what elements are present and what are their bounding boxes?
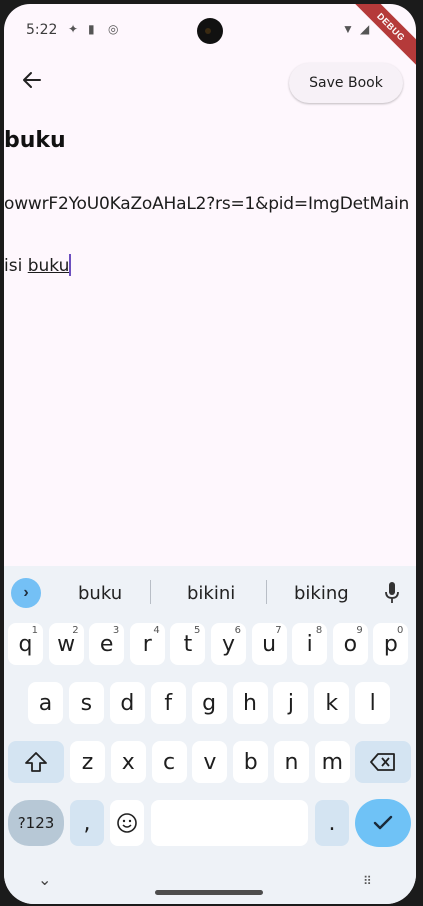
key-c[interactable]: c xyxy=(151,741,187,783)
content-composing-word: buku xyxy=(27,256,70,276)
key-number-hint: 8 xyxy=(315,625,323,636)
key-g[interactable]: g xyxy=(191,682,227,724)
key-letter: t xyxy=(183,631,193,657)
key-l[interactable]: l xyxy=(355,682,391,724)
suggestion-strip: › buku bikini biking xyxy=(4,566,416,616)
key-h[interactable]: h xyxy=(232,682,268,724)
suggestion-2[interactable]: bikini xyxy=(187,583,235,604)
emoji-key[interactable] xyxy=(110,800,144,846)
key-letter: y xyxy=(221,631,236,657)
key-letter: q xyxy=(18,631,33,657)
suggestion-1[interactable]: buku xyxy=(78,583,122,604)
comma-key[interactable]: , xyxy=(70,800,104,846)
book-title-field[interactable]: buku xyxy=(4,128,66,153)
divider xyxy=(266,580,267,604)
space-key[interactable] xyxy=(151,800,308,846)
backspace-key[interactable] xyxy=(355,741,411,783)
key-letter: i xyxy=(306,631,313,657)
key-b[interactable]: b xyxy=(233,741,269,783)
key-j[interactable]: j xyxy=(273,682,309,724)
app-bar: Save Book xyxy=(4,58,416,108)
shift-key[interactable] xyxy=(8,741,64,783)
key-number-hint: 0 xyxy=(397,625,404,636)
wifi-icon: ▼ xyxy=(342,22,354,36)
emoji-icon xyxy=(117,813,137,833)
save-book-button[interactable]: Save Book xyxy=(289,63,403,103)
key-number-hint: 6 xyxy=(234,625,241,636)
status-bar: 5:22 ✦ ▮ ◎ ▼ ◢ DEBUG xyxy=(4,4,416,73)
key-letter: o xyxy=(343,631,358,657)
front-camera xyxy=(197,18,223,44)
key-k[interactable]: k xyxy=(314,682,350,724)
arrow-back-icon xyxy=(23,72,41,88)
phone-screen: 5:22 ✦ ▮ ◎ ▼ ◢ DEBUG Save Book buku owwr… xyxy=(4,4,416,904)
key-p[interactable]: p0 xyxy=(373,623,409,665)
key-number-hint: 1 xyxy=(31,625,38,636)
key-number-hint: 2 xyxy=(72,625,79,636)
key-w[interactable]: w2 xyxy=(48,623,84,665)
image-url-field[interactable]: owwrF2YoU0KaZoAHaL2?rs=1&pid=ImgDetMain xyxy=(4,194,416,214)
home-handle[interactable] xyxy=(155,890,263,895)
key-letter: p xyxy=(383,631,398,657)
key-letter: r xyxy=(142,631,152,657)
suggestion-3[interactable]: biking xyxy=(294,583,349,604)
key-number-hint: 5 xyxy=(194,625,201,636)
key-letter: u xyxy=(262,631,277,657)
sync-icon: ◎ xyxy=(108,22,119,36)
key-number-hint: 9 xyxy=(356,625,363,636)
hide-keyboard-icon[interactable]: ⌄ xyxy=(38,870,51,890)
expand-toolbar-button[interactable]: › xyxy=(11,578,41,608)
microphone-icon[interactable] xyxy=(384,581,400,605)
enter-key[interactable] xyxy=(355,799,411,847)
key-d[interactable]: d xyxy=(109,682,145,724)
key-u[interactable]: u7 xyxy=(251,623,287,665)
key-number-hint: 7 xyxy=(275,625,282,636)
backspace-icon xyxy=(370,753,395,771)
key-t[interactable]: t5 xyxy=(170,623,206,665)
back-button[interactable] xyxy=(14,62,50,98)
text-cursor xyxy=(69,254,72,276)
key-o[interactable]: o9 xyxy=(332,623,368,665)
key-number-hint: 4 xyxy=(153,625,160,636)
key-n[interactable]: n xyxy=(274,741,309,783)
key-r[interactable]: r4 xyxy=(129,623,165,665)
key-s[interactable]: s xyxy=(68,682,104,724)
location-icon: ✦ xyxy=(68,22,79,36)
key-a[interactable]: a xyxy=(28,682,63,724)
sd-card-icon: ▮ xyxy=(88,22,95,36)
book-content-field[interactable]: isi buku xyxy=(4,254,72,276)
key-i[interactable]: i8 xyxy=(292,623,328,665)
keyboard-switch-icon[interactable]: ⠿ xyxy=(363,874,372,888)
key-e[interactable]: e3 xyxy=(89,623,125,665)
period-key[interactable]: . xyxy=(315,800,349,846)
key-q[interactable]: q1 xyxy=(8,623,43,665)
signal-icon: ◢ xyxy=(360,22,370,36)
navigation-bar: ⌄ ⠿ xyxy=(4,866,416,904)
soft-keyboard: › buku bikini biking q1w2e3r4t5y6u7i8o9p… xyxy=(4,566,416,904)
key-z[interactable]: z xyxy=(70,741,105,783)
content-prefix: isi xyxy=(4,256,28,276)
key-x[interactable]: x xyxy=(110,741,146,783)
key-letter: e xyxy=(99,631,114,657)
check-icon xyxy=(373,815,393,830)
key-f[interactable]: f xyxy=(150,682,186,724)
symbols-key[interactable]: ?123 xyxy=(8,800,64,846)
key-y[interactable]: y6 xyxy=(211,623,246,665)
status-time: 5:22 xyxy=(26,22,58,38)
shift-icon xyxy=(25,752,47,772)
divider xyxy=(150,580,151,604)
key-number-hint: 3 xyxy=(112,625,120,636)
key-v[interactable]: v xyxy=(192,741,228,783)
chevron-right-icon: › xyxy=(23,584,29,601)
key-m[interactable]: m xyxy=(314,741,350,783)
